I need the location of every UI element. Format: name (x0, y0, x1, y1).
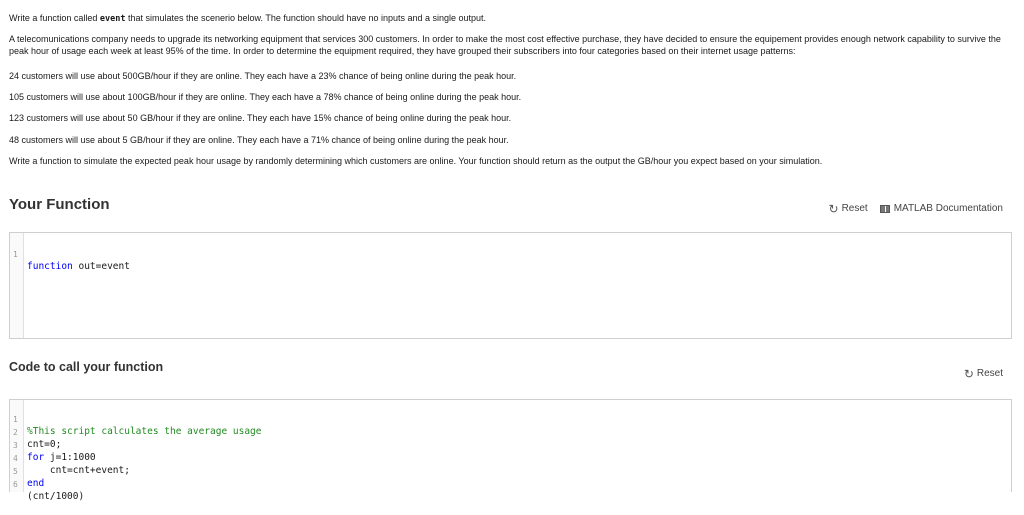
code-plain: j=1:1000 (44, 452, 96, 463)
function-code-editor[interactable]: 1 function out=event (9, 232, 1012, 339)
group-3-paragraph: 123 customers will use about 50 GB/hour … (9, 113, 512, 123)
code-plain: out=event (72, 261, 130, 272)
reset-label: Reset (841, 203, 868, 214)
book-icon (879, 204, 890, 213)
code-plain: cnt=cnt+event; (27, 465, 130, 476)
line-number: 1 (13, 250, 18, 259)
code-comment: %This script calculates the average usag… (27, 426, 262, 437)
code-line: 2 cnt=0; (10, 415, 61, 450)
reset-button[interactable]: ↻ Reset (963, 366, 1003, 381)
code-line: 1 function out=event (10, 237, 130, 272)
documentation-label: MATLAB Documentation (893, 203, 1003, 214)
code-text: function out=event (27, 261, 130, 273)
call-function-title: Code to call your function (9, 360, 164, 374)
code-line: 6 (cnt/1000) (10, 467, 84, 502)
company-paragraph: A telecomunications company needs to upg… (9, 34, 1001, 56)
group-4-paragraph: 48 customers will use about 5 GB/hour if… (9, 135, 509, 145)
intro-prefix: Write a function called (9, 13, 100, 23)
your-function-title: Your Function (9, 196, 110, 213)
intro-suffix: that simulates the scenerio below. The f… (125, 13, 487, 23)
keyword: function (27, 261, 73, 272)
task-paragraph: Write a function to simulate the expecte… (9, 156, 823, 166)
matlab-documentation-link[interactable]: MATLAB Documentation (879, 203, 1003, 214)
your-function-toolbar: ↻ Reset MATLAB Documentation (828, 201, 1004, 216)
function-name: event (99, 14, 126, 24)
code-line: 3 for j=1:1000 (10, 428, 96, 463)
call-code-editor[interactable]: 1 %This script calculates the average us… (9, 399, 1012, 502)
group-2-paragraph: 105 customers will use about 100GB/hour … (9, 92, 522, 102)
reset-button[interactable]: ↻ Reset (828, 201, 868, 216)
intro-paragraph: Write a function called event that simul… (9, 12, 486, 25)
reset-icon: ↻ (828, 201, 839, 216)
code-text: for j=1:1000 (27, 452, 96, 464)
code-line: 5 end (10, 454, 44, 489)
call-function-toolbar: ↻ Reset (963, 366, 1003, 381)
group-1-paragraph: 24 customers will use about 500GB/hour i… (9, 71, 517, 81)
code-line: 4 cnt=cnt+event; (10, 441, 130, 476)
reset-label: Reset (976, 368, 1003, 379)
line-number: 6 (13, 480, 18, 489)
code-line: 1 %This script calculates the average us… (10, 402, 262, 437)
code-plain: (cnt/1000) (27, 491, 85, 502)
reset-icon: ↻ (963, 366, 974, 381)
